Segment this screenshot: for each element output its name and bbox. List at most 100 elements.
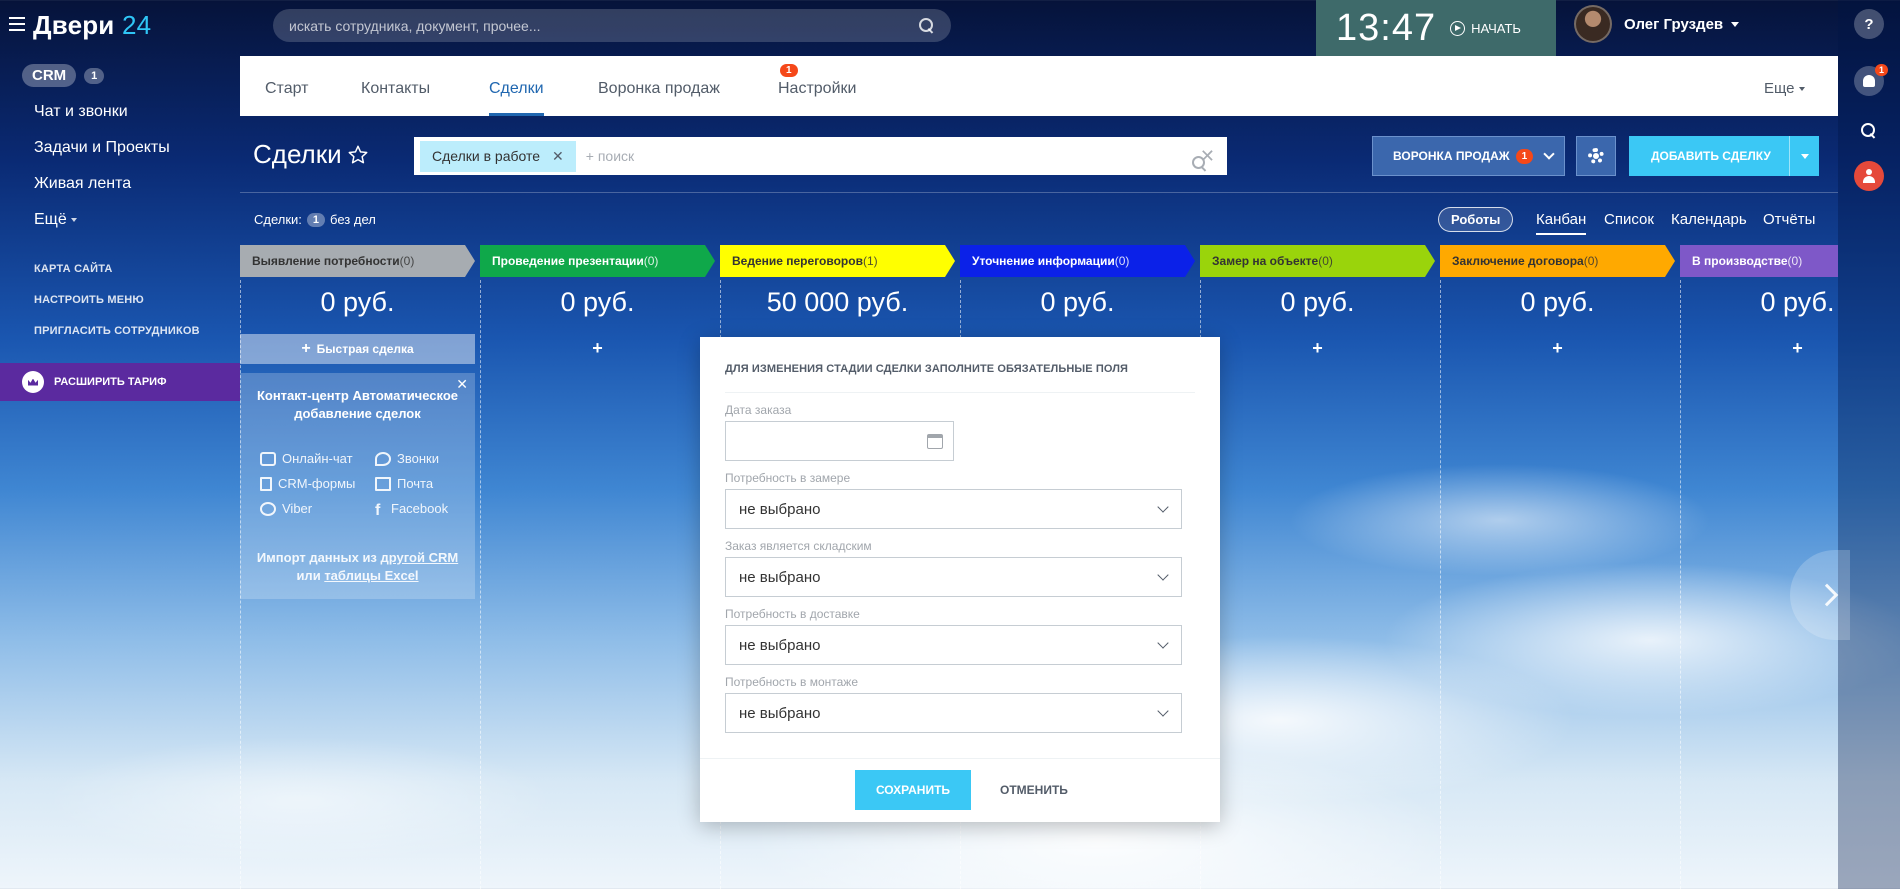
filter-chip[interactable]: Сделки в работе ✕ (420, 140, 576, 172)
notifications-button[interactable]: 1 (1854, 64, 1888, 96)
view-calendar[interactable]: Календарь (1671, 211, 1747, 228)
mail-icon (375, 476, 391, 491)
stage-header[interactable]: Выявление потребности (0) (240, 245, 475, 277)
tab-contacts[interactable]: Контакты (361, 80, 430, 98)
rail-search-button[interactable] (1854, 116, 1884, 146)
help-button[interactable]: ? (1854, 9, 1884, 39)
import-excel-link[interactable]: таблицы Excel (324, 568, 418, 583)
calendar-icon[interactable] (927, 434, 943, 449)
deals-suffix: без дел (330, 212, 376, 227)
sidebar-item-chat[interactable]: Чат и звонки (34, 103, 128, 121)
stage-sum: 0 руб. (1520, 287, 1595, 317)
cancel-button[interactable]: ОТМЕНИТЬ (990, 770, 1078, 810)
start-label: НАЧАТЬ (1471, 20, 1521, 36)
tab-deals[interactable]: Сделки (489, 80, 544, 98)
field-label-delivery: Потребность в доставке (725, 607, 860, 621)
right-rail: ? 1 (1838, 0, 1900, 889)
select-warehouse[interactable]: не выбрано (725, 557, 1182, 597)
tab-more[interactable]: Еще (1764, 80, 1805, 97)
import-other-crm-link[interactable]: другой CRM (381, 550, 459, 565)
deal-filter[interactable]: Сделки в работе ✕ + поиск ✕ (414, 137, 1227, 175)
stage-header[interactable]: Замер на объекте (0) (1200, 245, 1435, 277)
channel-online-chat[interactable]: Онлайн-чат (260, 451, 353, 466)
stage-name: Заключение договора (1452, 254, 1584, 268)
add-deal-label: ДОБАВИТЬ СДЕЛКУ (1651, 149, 1771, 163)
contact-center-title: Контакт-центр Автоматическое добавление … (256, 388, 459, 421)
filter-search-input[interactable]: + поиск (586, 148, 1192, 164)
channel-label: Онлайн-чат (282, 451, 353, 466)
add-deal-plus-icon[interactable]: + (1200, 338, 1435, 359)
sitemap-link[interactable]: КАРТА САЙТА (34, 263, 113, 275)
user-name: Олег Груздев (1624, 15, 1724, 33)
settings-button[interactable] (1576, 136, 1616, 176)
global-search[interactable] (273, 9, 951, 42)
sidebar-item-crm[interactable]: CRM 1 (22, 64, 105, 87)
plus-icon: + (301, 340, 311, 357)
channel-label: Звонки (397, 451, 439, 466)
stage-header[interactable]: Проведение презентации (0) (480, 245, 715, 277)
add-deal-dropdown[interactable] (1789, 136, 1819, 176)
chevron-down-icon (1731, 21, 1740, 27)
stage-count: (0) (1114, 254, 1130, 268)
chevron-down-icon (1800, 153, 1809, 159)
tab-settings[interactable]: Настройки (778, 80, 856, 98)
invite-users-link[interactable]: ПРИГЛАСИТЬ СОТРУДНИКОВ (34, 325, 200, 337)
sidebar-item-more[interactable]: Ещё (34, 211, 77, 229)
tab-sales-funnel[interactable]: Воронка продаж (598, 80, 720, 98)
search-input[interactable] (289, 17, 919, 34)
scroll-right-button[interactable] (1790, 550, 1850, 640)
sidebar-item-tasks[interactable]: Задачи и Проекты (34, 139, 170, 157)
configure-menu-link[interactable]: НАСТРОИТЬ МЕНЮ (34, 294, 144, 306)
order-date-input[interactable] (725, 421, 954, 461)
page-title: Сделки (253, 139, 342, 169)
channel-mail[interactable]: Почта (375, 476, 433, 491)
avatar (1574, 5, 1612, 43)
channel-label: Facebook (391, 501, 449, 516)
select-measure[interactable]: не выбрано (725, 489, 1182, 529)
quick-deal-button[interactable]: + Быстрая сделка (240, 334, 475, 364)
order-date-label: Дата заказа (725, 403, 792, 417)
crm-label: CRM (22, 64, 77, 87)
stage-header[interactable]: В производстве (0) (1680, 245, 1838, 277)
select-value: не выбрано (739, 636, 821, 654)
extend-plan-button[interactable]: РАСШИРИТЬ ТАРИФ (0, 363, 240, 401)
view-kanban[interactable]: Канбан (1536, 211, 1586, 228)
sidebar-item-feed[interactable]: Живая лента (34, 175, 131, 193)
search-icon[interactable] (919, 17, 935, 34)
channel-calls[interactable]: Звонки (375, 451, 439, 466)
crm-counter: 1 (84, 67, 105, 84)
clock: 13:47 (1336, 6, 1437, 49)
channel-viber[interactable]: Viber (260, 501, 312, 516)
channel-crm-forms[interactable]: CRM-формы (260, 476, 355, 491)
star-icon[interactable] (347, 144, 369, 166)
view-list[interactable]: Список (1604, 211, 1654, 228)
form-icon (260, 476, 272, 491)
channel-facebook[interactable]: f Facebook (375, 501, 449, 519)
close-icon[interactable]: ✕ (552, 148, 564, 165)
robots-button[interactable]: Роботы (1438, 207, 1514, 232)
select-delivery[interactable]: не выбрано (725, 625, 1182, 665)
tab-start[interactable]: Старт (265, 80, 308, 98)
menu-icon[interactable] (9, 17, 25, 31)
stage-header[interactable]: Уточнение информации (0) (960, 245, 1195, 277)
app-logo[interactable]: Двери 24 (33, 10, 151, 41)
save-button[interactable]: СОХРАНИТЬ (855, 770, 971, 810)
funnel-select-button[interactable]: ВОРОНКА ПРОДАЖ 1 (1372, 136, 1565, 176)
stage-header[interactable]: Заключение договора (0) (1440, 245, 1675, 277)
add-deal-plus-icon[interactable]: + (1680, 338, 1900, 359)
rail-user-button[interactable] (1854, 161, 1884, 191)
facebook-icon: f (375, 501, 381, 519)
add-deal-plus-icon[interactable]: + (480, 338, 715, 359)
stage-header[interactable]: Ведение переговоров (1) (720, 245, 955, 277)
select-value: не выбрано (739, 704, 821, 722)
user-menu[interactable]: Олег Груздев (1574, 5, 1740, 43)
add-deal-button[interactable]: ДОБАВИТЬ СДЕЛКУ (1629, 136, 1819, 176)
deals-tab-badge: 1 (780, 64, 798, 77)
view-reports[interactable]: Отчёты (1763, 211, 1815, 228)
deals-count-badge[interactable]: 1 (306, 212, 326, 227)
stage-name: Проведение презентации (492, 254, 644, 268)
start-workday-button[interactable]: НАЧАТЬ (1450, 20, 1521, 36)
add-deal-plus-icon[interactable]: + (1440, 338, 1675, 359)
import-text: Импорт данных из другой CRM или таблицы … (250, 549, 465, 585)
select-installation[interactable]: не выбрано (725, 693, 1182, 733)
